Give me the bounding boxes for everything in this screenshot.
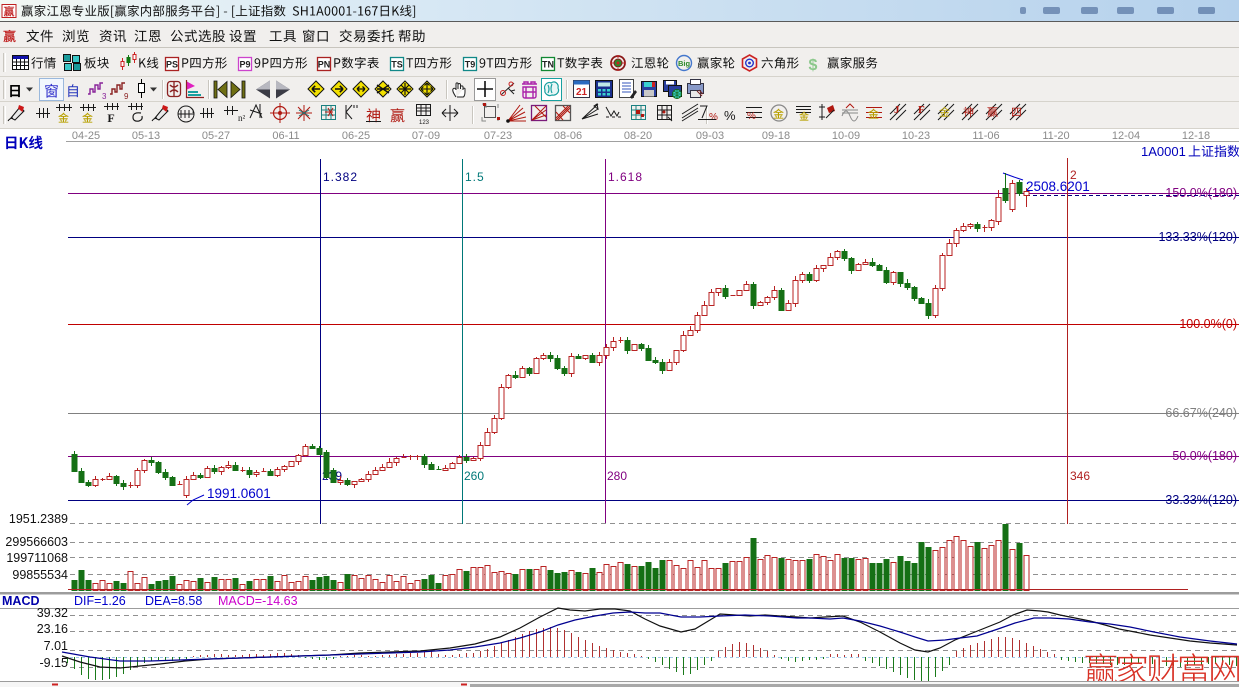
svg-text:05-13: 05-13 — [132, 130, 160, 142]
svg-text:33.33%(120): 33.33%(120) — [1165, 493, 1237, 507]
svg-text:PS: PS — [166, 60, 178, 70]
svg-text:%: % — [709, 112, 718, 123]
svg-text:99855534: 99855534 — [12, 568, 68, 582]
svg-text:06-25: 06-25 — [342, 130, 370, 142]
svg-text:-9.15: -9.15 — [40, 656, 69, 670]
svg-text:09-03: 09-03 — [696, 130, 724, 142]
svg-text:07-09: 07-09 — [412, 130, 440, 142]
svg-text:10-23: 10-23 — [902, 130, 930, 142]
svg-text:23.16: 23.16 — [37, 622, 68, 636]
svg-text:1.5: 1.5 — [465, 170, 485, 184]
svg-text:12-18: 12-18 — [1182, 130, 1210, 142]
svg-text:04-25: 04-25 — [72, 130, 100, 142]
svg-text:PN: PN — [318, 60, 331, 70]
svg-text:%: % — [724, 108, 736, 123]
svg-text:346: 346 — [1070, 469, 1090, 483]
svg-text:39.32: 39.32 — [37, 606, 68, 620]
svg-text:05-27: 05-27 — [202, 130, 230, 142]
svg-text:1.382: 1.382 — [323, 170, 358, 184]
svg-text:Big: Big — [678, 59, 691, 68]
svg-text:10-09: 10-09 — [832, 130, 860, 142]
svg-text:F: F — [107, 111, 114, 125]
svg-text:280: 280 — [607, 469, 627, 483]
svg-text:n²: n² — [238, 113, 246, 123]
svg-text:MACD: MACD — [2, 594, 40, 608]
svg-text:J: J — [894, 104, 900, 116]
svg-text:12-04: 12-04 — [1112, 130, 1140, 142]
svg-text:66.67%(240): 66.67%(240) — [1165, 406, 1237, 420]
svg-text:9: 9 — [124, 92, 129, 101]
svg-text:%: % — [747, 111, 756, 122]
svg-text:11-06: 11-06 — [972, 130, 999, 142]
svg-text:11-20: 11-20 — [1042, 130, 1069, 142]
svg-text:299566603: 299566603 — [5, 535, 68, 549]
svg-text:07-23: 07-23 — [484, 130, 512, 142]
svg-text:DEA=8.58: DEA=8.58 — [145, 594, 202, 608]
svg-text:100.0%(0): 100.0%(0) — [1179, 317, 1237, 331]
svg-text:133.33%(120): 133.33%(120) — [1158, 230, 1237, 244]
svg-text:06-11: 06-11 — [272, 130, 299, 142]
svg-text:2508.6201: 2508.6201 — [1026, 179, 1090, 194]
svg-text:T9: T9 — [465, 60, 476, 70]
svg-text:1.618: 1.618 — [608, 170, 643, 184]
svg-text:123: 123 — [419, 120, 430, 126]
svg-text:DIF=1.26: DIF=1.26 — [74, 594, 126, 608]
svg-text:P9: P9 — [239, 60, 250, 70]
svg-text:260: 260 — [464, 469, 484, 483]
svg-text:$: $ — [809, 57, 818, 74]
svg-text:199711068: 199711068 — [6, 551, 68, 565]
svg-text:1951.2389: 1951.2389 — [9, 512, 68, 526]
svg-text:F: F — [918, 104, 925, 116]
svg-text:50.0%(180): 50.0%(180) — [1172, 449, 1237, 463]
svg-text:08-20: 08-20 — [624, 130, 652, 142]
svg-text:09-18: 09-18 — [762, 130, 790, 142]
svg-text:TS: TS — [391, 60, 403, 70]
svg-text:7.01: 7.01 — [44, 639, 68, 653]
svg-text:21: 21 — [576, 87, 588, 98]
svg-text:MACD=-14.63: MACD=-14.63 — [218, 594, 298, 608]
svg-text:1991.0601: 1991.0601 — [207, 486, 271, 501]
svg-text:08-06: 08-06 — [554, 130, 582, 142]
svg-text:150.0%(180): 150.0%(180) — [1165, 186, 1237, 200]
svg-text:1A0001: 1A0001 — [1141, 144, 1186, 159]
svg-text:3: 3 — [102, 92, 107, 101]
svg-text:TN: TN — [542, 60, 554, 70]
